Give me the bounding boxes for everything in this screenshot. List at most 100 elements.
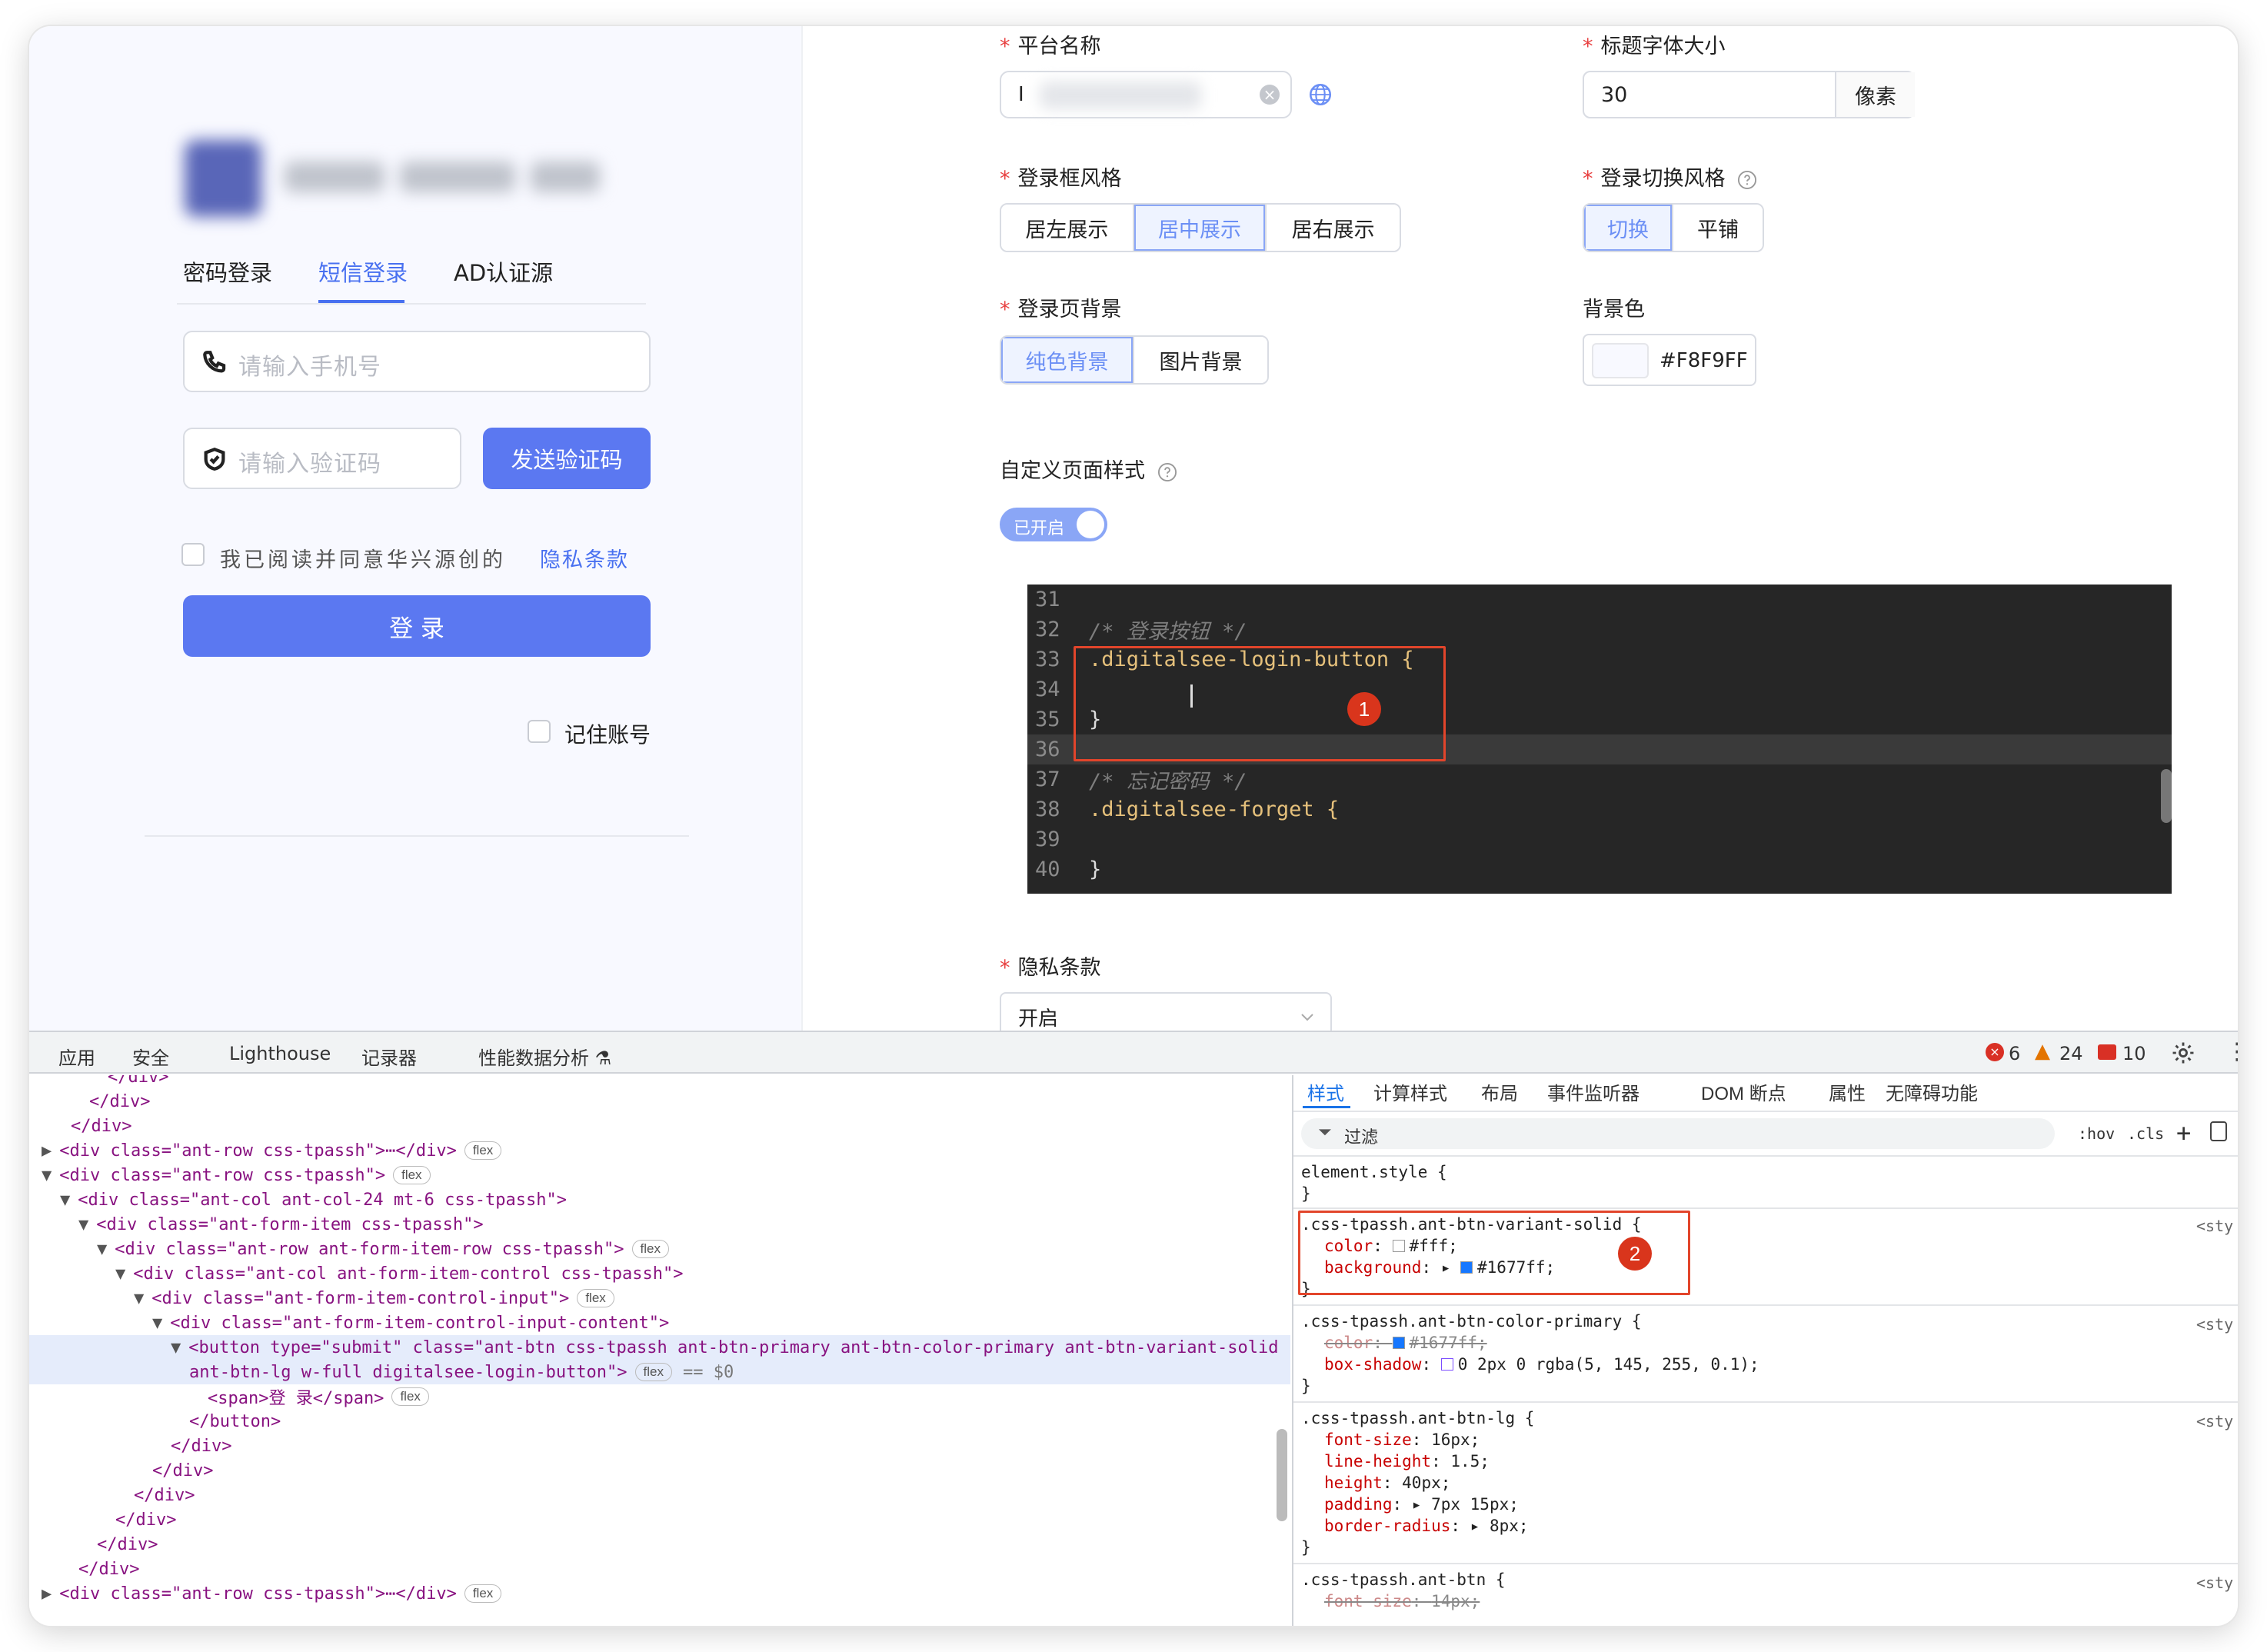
styles-tab-styles[interactable]: 样式 bbox=[1307, 1078, 1344, 1105]
dom-line[interactable]: ▼ <div class="ant-col ant-col-24 mt-6 css… bbox=[60, 1187, 567, 1212]
callout-badge-1: 1 bbox=[1347, 692, 1381, 726]
dom-line[interactable]: ▶ <div class="ant-row css-tpassh">⋯</div>… bbox=[42, 1581, 502, 1606]
option-center[interactable]: 居中展示 bbox=[1134, 205, 1267, 251]
editor-scrollbar[interactable] bbox=[2161, 769, 2172, 823]
platform-name-label: * 平台名称 bbox=[1000, 35, 1101, 58]
blurred-value bbox=[1040, 82, 1201, 109]
privacy-link[interactable]: 隐私条款 bbox=[540, 543, 629, 573]
style-rule-element[interactable]: element.style { bbox=[1301, 1161, 1447, 1183]
option-switch[interactable]: 切换 bbox=[1584, 205, 1674, 251]
styles-tab-properties[interactable]: 属性 bbox=[1829, 1078, 1866, 1105]
dom-line[interactable]: ▼ <div class="ant-col ant-form-item-contr… bbox=[115, 1261, 684, 1286]
help-icon[interactable] bbox=[1157, 461, 1178, 483]
dt-tab-lighthouse[interactable]: Lighthouse bbox=[229, 1043, 331, 1064]
dom-line[interactable]: ▼ <div class="ant-row css-tpassh"> flex bbox=[42, 1163, 431, 1187]
dt-tab-application[interactable]: 应用 bbox=[58, 1043, 95, 1070]
tab-password-login[interactable]: 密码登录 bbox=[183, 255, 272, 288]
dt-tab-security[interactable]: 安全 bbox=[132, 1043, 169, 1070]
style-prop-box-shadow[interactable]: box-shadow: 0 2px 0 rgba(5, 145, 255, 0.… bbox=[1324, 1354, 1759, 1375]
dom-line[interactable]: </div> bbox=[78, 1557, 139, 1581]
source-link[interactable]: <sty bbox=[2196, 1412, 2233, 1431]
remember-label: 记住账号 bbox=[564, 722, 651, 748]
toggle-knob bbox=[1077, 511, 1104, 538]
style-prop-border-radius[interactable]: border-radius: ▸ 8px; bbox=[1324, 1515, 1529, 1537]
styles-filter-input[interactable]: ⏷ 过滤 bbox=[1301, 1118, 2055, 1149]
add-rule-icon[interactable]: + bbox=[2176, 1118, 2191, 1147]
elements-scrollbar[interactable] bbox=[1277, 1429, 1287, 1521]
dt-tab-performance-insights[interactable]: 性能数据分析 ⚗ bbox=[478, 1043, 611, 1070]
hov-toggle[interactable]: :hov bbox=[2078, 1124, 2115, 1143]
custom-style-toggle[interactable]: 已开启 bbox=[1000, 508, 1107, 541]
dom-line[interactable]: </div> bbox=[71, 1114, 131, 1138]
style-rule-color-primary[interactable]: .css-tpassh.ant-btn-color-primary { bbox=[1301, 1311, 1642, 1332]
cls-toggle[interactable]: .cls bbox=[2127, 1124, 2164, 1143]
agree-checkbox[interactable] bbox=[181, 543, 205, 566]
verification-code-input[interactable]: 请输入验证码 bbox=[183, 428, 461, 489]
dom-line[interactable]: ▼ <div class="ant-form-item css-tpassh"> bbox=[78, 1212, 484, 1237]
login-button[interactable]: 登 录 bbox=[183, 595, 651, 657]
styles-tab-accessibility[interactable]: 无障碍功能 bbox=[1886, 1078, 1978, 1105]
option-tile[interactable]: 平铺 bbox=[1673, 205, 1763, 251]
elements-tree: </div> </div> </div> ▶ <div class="ant-ro… bbox=[29, 1075, 1290, 1626]
chevron-down-icon bbox=[1301, 1014, 1313, 1021]
dom-line-selected[interactable]: ▼ <button type="submit" class="ant-btn cs… bbox=[171, 1335, 1278, 1360]
issue-count[interactable]: 10 bbox=[2122, 1043, 2146, 1064]
gear-icon[interactable] bbox=[2170, 1040, 2196, 1066]
privacy-label: * 隐私条款 bbox=[1000, 956, 1101, 980]
source-link[interactable]: <sty bbox=[2196, 1217, 2233, 1235]
clear-icon[interactable]: × bbox=[1260, 85, 1280, 105]
option-right[interactable]: 居右展示 bbox=[1267, 205, 1400, 251]
devtools-panel: 应用 安全 Lighthouse 记录器 性能数据分析 ⚗ × 6 ▲ 24 1… bbox=[29, 1031, 2238, 1626]
option-left[interactable]: 居左展示 bbox=[1001, 205, 1134, 251]
styles-tab-layout[interactable]: 布局 bbox=[1481, 1078, 1518, 1105]
platform-name-input[interactable]: I × bbox=[1000, 71, 1292, 118]
dom-line[interactable]: </div> bbox=[134, 1483, 195, 1507]
dom-line[interactable]: <span>登 录</span> flex bbox=[208, 1384, 429, 1409]
tab-sms-login[interactable]: 短信登录 bbox=[318, 255, 408, 288]
computed-toggle-icon[interactable] bbox=[2210, 1121, 2227, 1141]
style-prop-line-height[interactable]: line-height: 1.5; bbox=[1324, 1450, 1490, 1472]
background-segmented: 纯色背景 图片背景 bbox=[1000, 335, 1269, 385]
dom-line[interactable]: ▶ <div class="ant-row css-tpassh">⋯</div>… bbox=[42, 1138, 502, 1163]
dom-line[interactable]: </div> bbox=[152, 1458, 213, 1483]
custom-style-label: 自定义页面样式 bbox=[1000, 454, 1178, 484]
dt-tab-recorder[interactable]: 记录器 bbox=[361, 1043, 417, 1070]
option-image-bg[interactable]: 图片背景 bbox=[1134, 337, 1267, 383]
styles-tab-dom-breakpoints[interactable]: DOM 断点 bbox=[1701, 1078, 1786, 1105]
phone-input[interactable]: 请输入手机号 bbox=[183, 331, 651, 392]
source-link[interactable]: <sty bbox=[2196, 1574, 2233, 1592]
style-prop-padding[interactable]: padding: ▸ 7px 15px; bbox=[1324, 1494, 1519, 1515]
bgcolor-picker[interactable]: #F8F9FF bbox=[1583, 334, 1756, 386]
error-count[interactable]: 6 bbox=[2009, 1043, 2020, 1064]
option-solid-bg[interactable]: 纯色背景 bbox=[1001, 337, 1134, 383]
dom-line[interactable]: </div> bbox=[108, 1075, 168, 1089]
help-icon[interactable] bbox=[1736, 169, 1758, 191]
app-window: 密码登录 短信登录 AD认证源 请输入手机号 请输入验证码 发送验证码 我已阅读… bbox=[29, 26, 2238, 1626]
style-prop-font-size[interactable]: font-size: 16px; bbox=[1324, 1429, 1480, 1450]
send-code-button[interactable]: 发送验证码 bbox=[483, 428, 651, 489]
dom-line[interactable]: </button> bbox=[189, 1409, 281, 1434]
styles-tab-event-listeners[interactable]: 事件监听器 bbox=[1547, 1078, 1639, 1105]
source-link[interactable]: <sty bbox=[2196, 1315, 2233, 1334]
dom-line[interactable]: ▼ <div class="ant-form-item-control-input… bbox=[134, 1286, 614, 1311]
dom-line[interactable]: </div> bbox=[171, 1434, 231, 1458]
remember-checkbox[interactable] bbox=[528, 720, 551, 743]
dom-line[interactable]: ▼ <div class="ant-form-item-control-input… bbox=[152, 1311, 669, 1335]
dom-line[interactable]: ▼ <div class="ant-row ant-form-item-row c… bbox=[97, 1237, 669, 1261]
tab-ad-login[interactable]: AD认证源 bbox=[454, 255, 553, 288]
style-rule-btn-lg[interactable]: .css-tpassh.ant-btn-lg { bbox=[1301, 1407, 1534, 1429]
dom-line[interactable]: </div> bbox=[115, 1507, 176, 1532]
title-font-size-input[interactable]: 30 像素 bbox=[1583, 71, 1915, 118]
style-prop-color-overridden[interactable]: color: #1677ff; bbox=[1324, 1332, 1487, 1354]
dom-line[interactable]: </div> bbox=[89, 1089, 150, 1114]
styles-tab-computed[interactable]: 计算样式 bbox=[1373, 1078, 1447, 1105]
style-prop-height[interactable]: height: 40px; bbox=[1324, 1472, 1450, 1494]
dom-line[interactable]: </div> bbox=[97, 1532, 158, 1557]
dom-line-selected-cont[interactable]: ant-btn-lg w-full digitalsee-login-butto… bbox=[189, 1360, 734, 1384]
warning-count[interactable]: 24 bbox=[2059, 1043, 2083, 1064]
globe-icon[interactable] bbox=[1307, 82, 1333, 108]
preview-divider bbox=[145, 835, 689, 837]
style-prop-font-size-overridden[interactable]: font-size: 14px; bbox=[1324, 1590, 1480, 1612]
more-icon[interactable]: ⋮ bbox=[2225, 1038, 2238, 1065]
style-rule-btn[interactable]: .css-tpassh.ant-btn { bbox=[1301, 1569, 1506, 1590]
